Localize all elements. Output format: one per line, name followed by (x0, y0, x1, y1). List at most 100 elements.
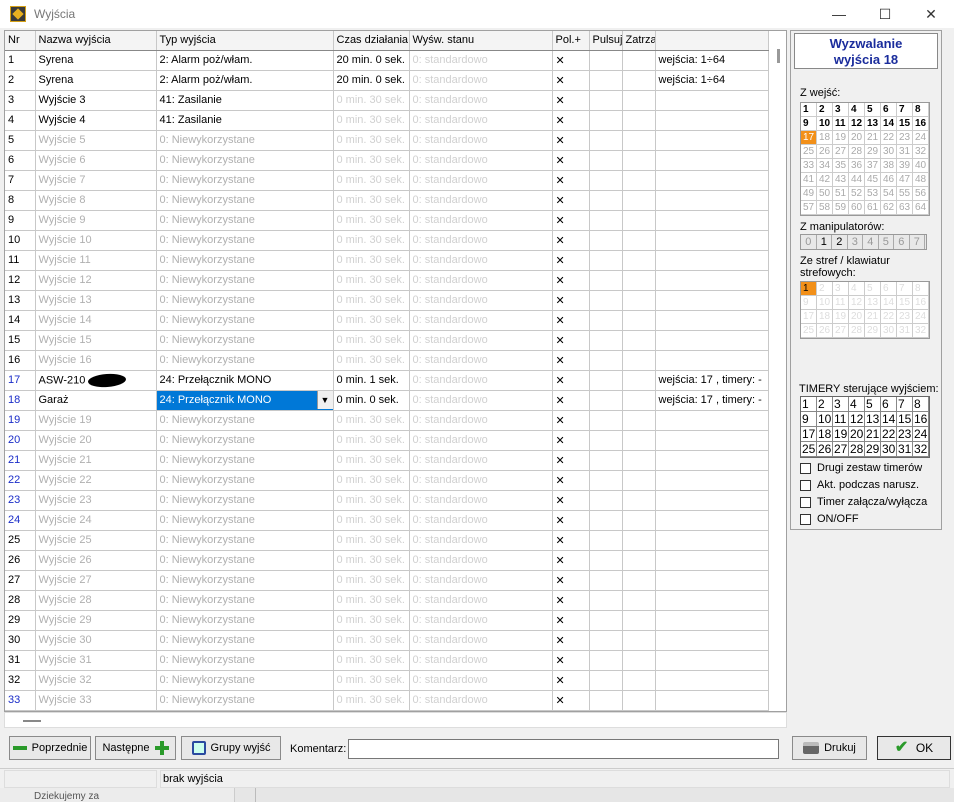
input-cell[interactable]: 29 (865, 145, 881, 159)
output-name-cell[interactable]: Wyjście 28 (35, 590, 157, 611)
vertical-scrollbar[interactable] (772, 31, 786, 711)
output-type-cell[interactable]: 24: Przełącznik MONO ▼ (155, 389, 334, 411)
timer-cell[interactable]: 27 (833, 442, 849, 457)
latch-cell[interactable] (622, 570, 656, 591)
state-display-cell[interactable]: 0: standardowo (409, 390, 553, 411)
state-display-cell[interactable]: 0: standardowo (409, 590, 553, 611)
polarity-cell[interactable]: ✕ (552, 410, 590, 431)
output-name-cell[interactable]: Wyjście 12 (35, 270, 157, 291)
zone-cell[interactable]: 28 (849, 324, 865, 338)
input-cell[interactable]: 1 (801, 103, 817, 117)
operation-time-cell[interactable]: 0 min. 30 sek. (333, 430, 410, 451)
state-display-cell[interactable]: 0: standardowo (409, 410, 553, 431)
input-cell[interactable]: 14 (881, 117, 897, 131)
zone-cell[interactable]: 5 (865, 282, 881, 296)
input-cell[interactable]: 60 (849, 201, 865, 215)
polarity-cell[interactable]: ✕ (552, 50, 590, 71)
table-row[interactable]: 21 Wyjście 21 0: Niewykorzystane 0 min. 30 … (5, 450, 769, 471)
active-on-violation-checkbox[interactable]: Akt. podczas narusz. (800, 479, 919, 491)
input-cell[interactable]: 18 (817, 131, 833, 145)
output-name-cell[interactable]: Wyjście 15 (35, 330, 157, 351)
input-cell[interactable]: 49 (801, 187, 817, 201)
polarity-cell[interactable]: ✕ (552, 590, 590, 611)
polarity-cell[interactable]: ✕ (552, 190, 590, 211)
output-type-cell[interactable]: 0: Niewykorzystane (156, 590, 334, 611)
output-type-cell[interactable]: 0: Niewykorzystane (156, 550, 334, 571)
latch-cell[interactable] (622, 490, 656, 511)
input-cell[interactable]: 59 (833, 201, 849, 215)
output-type-cell[interactable]: 0: Niewykorzystane (156, 330, 334, 351)
zone-cell[interactable]: 29 (865, 324, 881, 338)
zone-cell[interactable]: 2 (817, 282, 833, 296)
zone-cell[interactable]: 16 (913, 296, 929, 310)
input-cell[interactable]: 9 (801, 117, 817, 131)
keypad-cell[interactable]: 3 (848, 235, 863, 249)
input-cell[interactable]: 11 (833, 117, 849, 131)
output-type-cell[interactable]: 0: Niewykorzystane (156, 490, 334, 511)
zone-cell[interactable]: 1 (801, 282, 817, 296)
latch-cell[interactable] (622, 530, 656, 551)
operation-time-cell[interactable]: 0 min. 30 sek. (333, 310, 410, 331)
input-cell[interactable]: 64 (913, 201, 929, 215)
state-display-cell[interactable]: 0: standardowo (409, 630, 553, 651)
timer-cell[interactable]: 9 (801, 412, 817, 427)
keypad-cell[interactable]: 0 (801, 235, 817, 249)
input-cell[interactable]: 37 (865, 159, 881, 173)
zone-cell[interactable]: 23 (897, 310, 913, 324)
table-row[interactable]: 19 Wyjście 19 0: Niewykorzystane 0 min. 30 … (5, 410, 769, 431)
table-row[interactable]: 13 Wyjście 13 0: Niewykorzystane 0 min. 30 … (5, 290, 769, 311)
output-name-cell[interactable]: Wyjście 24 (35, 510, 157, 531)
zone-cell[interactable]: 31 (897, 324, 913, 338)
input-cell[interactable]: 48 (913, 173, 929, 187)
state-display-cell[interactable]: 0: standardowo (409, 290, 553, 311)
latch-cell[interactable] (622, 170, 656, 191)
operation-time-cell[interactable]: 20 min. 0 sek. (333, 50, 410, 71)
input-cell[interactable]: 38 (881, 159, 897, 173)
output-name-cell[interactable]: Wyjście 5 (35, 130, 157, 151)
zone-cell[interactable]: 6 (881, 282, 897, 296)
zone-cell[interactable]: 26 (817, 324, 833, 338)
pulse-cell[interactable] (589, 310, 623, 331)
polarity-cell[interactable]: ✕ (552, 450, 590, 471)
input-cell[interactable]: 19 (833, 131, 849, 145)
input-cell[interactable]: 57 (801, 201, 817, 215)
operation-time-cell[interactable]: 0 min. 30 sek. (333, 670, 410, 691)
pulse-cell[interactable] (589, 610, 623, 631)
output-name-cell[interactable]: Wyjście 3 (35, 90, 157, 111)
state-display-cell[interactable]: 0: standardowo (409, 370, 553, 391)
table-row[interactable]: 16 Wyjście 16 0: Niewykorzystane 0 min. 30 … (5, 350, 769, 371)
output-type-cell[interactable]: 0: Niewykorzystane (156, 170, 334, 191)
output-groups-button[interactable]: Grupy wyjść (181, 736, 281, 760)
table-row[interactable]: 24 Wyjście 24 0: Niewykorzystane 0 min. 30 … (5, 510, 769, 531)
state-display-cell[interactable]: 0: standardowo (409, 350, 553, 371)
zone-cell[interactable]: 32 (913, 324, 929, 338)
latch-cell[interactable] (622, 130, 656, 151)
table-row[interactable]: 33 Wyjście 33 0: Niewykorzystane 0 min. 30 … (5, 690, 769, 711)
polarity-cell[interactable]: ✕ (552, 270, 590, 291)
output-type-cell[interactable]: 24: Przełącznik MONO (156, 370, 334, 391)
input-cell[interactable]: 53 (865, 187, 881, 201)
operation-time-cell[interactable]: 0 min. 30 sek. (333, 250, 410, 271)
pulse-cell[interactable] (589, 430, 623, 451)
state-display-cell[interactable]: 0: standardowo (409, 670, 553, 691)
timer-cell[interactable]: 25 (801, 442, 817, 457)
operation-time-cell[interactable]: 0 min. 30 sek. (333, 130, 410, 151)
operation-time-cell[interactable]: 0 min. 30 sek. (333, 690, 410, 711)
operation-time-cell[interactable]: 0 min. 30 sek. (333, 450, 410, 471)
col-header-time[interactable]: Czas działania (333, 31, 410, 51)
state-display-cell[interactable]: 0: standardowo (409, 70, 553, 91)
keypad-cell[interactable]: 2 (832, 235, 848, 249)
input-cell[interactable]: 24 (913, 131, 929, 145)
zone-cell[interactable]: 15 (897, 296, 913, 310)
output-type-cell[interactable]: 0: Niewykorzystane (156, 150, 334, 171)
pulse-cell[interactable] (589, 70, 623, 91)
previous-button[interactable]: Poprzednie (9, 736, 91, 760)
output-name-cell[interactable]: Syrena (35, 50, 157, 71)
output-name-cell[interactable]: Wyjście 22 (35, 470, 157, 491)
pulse-cell[interactable] (589, 230, 623, 251)
polarity-cell[interactable]: ✕ (552, 110, 590, 131)
input-cell[interactable]: 44 (849, 173, 865, 187)
output-type-cell[interactable]: 0: Niewykorzystane (156, 410, 334, 431)
keypad-cell[interactable]: 4 (863, 235, 879, 249)
pulse-cell[interactable] (589, 90, 623, 111)
